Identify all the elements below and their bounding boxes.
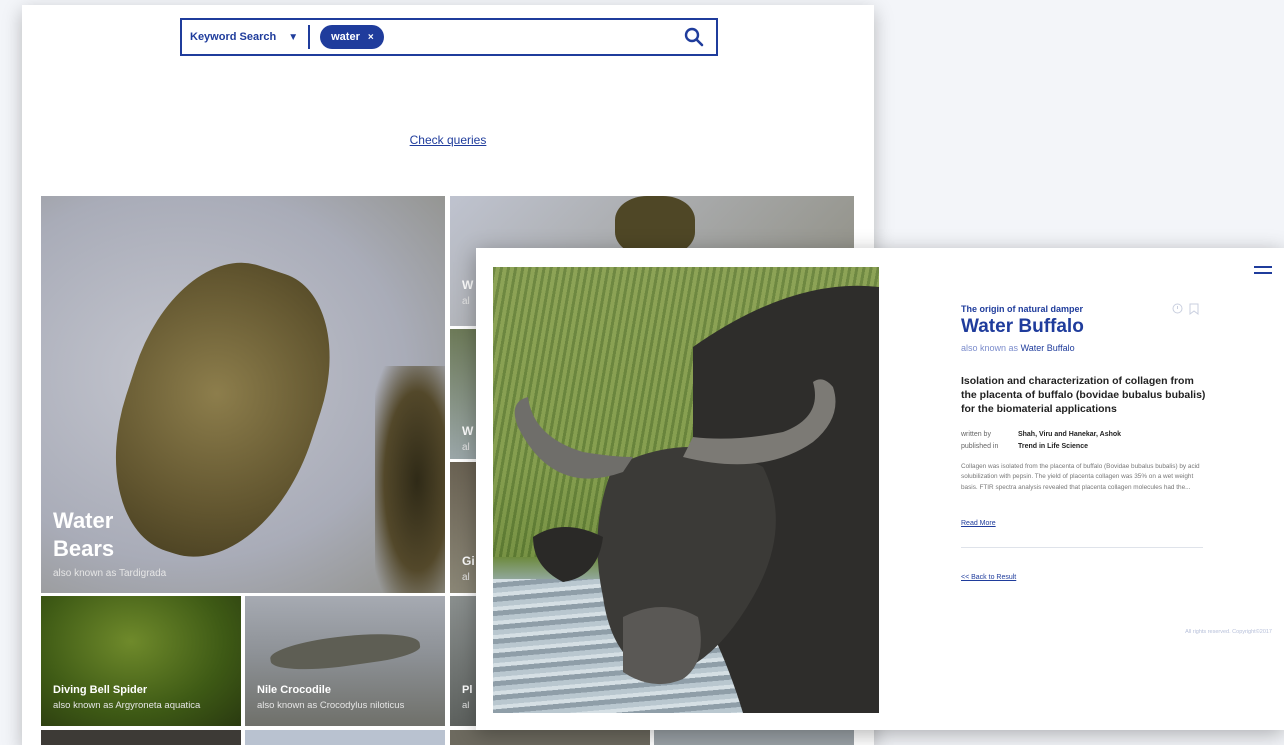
tile-subtitle: also known as Tardigrada — [53, 568, 167, 579]
meta-label: written by — [961, 431, 991, 438]
tile-title: Diving Bell Spider — [53, 684, 148, 696]
tile-row-next-4[interactable] — [654, 730, 854, 745]
tile-subtitle: also known as Argyroneta aquatica — [53, 700, 201, 711]
card-eyebrow: The origin of natural damper — [961, 304, 1084, 314]
keyword-chip-label: water — [331, 31, 360, 43]
tile-title: Water Bears — [53, 507, 114, 563]
tardigrade-image — [615, 196, 695, 256]
crocodile-image — [268, 625, 422, 677]
clock-icon[interactable] — [1172, 303, 1183, 314]
search-icon[interactable] — [684, 27, 704, 47]
meta-value: Trend in Life Science — [1017, 443, 1088, 450]
search-type-dropdown[interactable]: Keyword Search ▼ — [182, 31, 298, 43]
tile-title: W — [462, 424, 474, 438]
keyword-chip[interactable]: water × — [320, 25, 384, 49]
tile-row-next-3[interactable] — [450, 730, 650, 745]
card-title: Water Buffalo — [961, 316, 1084, 337]
card-actions — [1172, 303, 1199, 315]
tile-title-line2: Bears — [53, 536, 115, 561]
tile-title: Gi — [462, 554, 475, 568]
tile-row-next-1[interactable] — [41, 730, 241, 745]
tile-nile-crocodile[interactable]: Nile Crocodile also known as Crocodylus … — [245, 596, 445, 726]
tile-subtitle: al — [462, 700, 470, 711]
menu-icon[interactable] — [1254, 266, 1272, 276]
tile-subtitle: also known as Crocodylus niloticus — [257, 700, 405, 711]
back-to-result-link[interactable]: << Back to Result — [961, 574, 1016, 581]
search-bar[interactable]: Keyword Search ▼ water × — [180, 18, 718, 56]
paper-abstract: Collagen was isolated from the placenta … — [961, 463, 1200, 491]
debris-image — [375, 366, 445, 593]
chip-remove-icon[interactable]: × — [368, 32, 374, 43]
tile-title: Nile Crocodile — [257, 684, 331, 696]
search-divider — [308, 25, 311, 49]
menu-line — [1254, 266, 1272, 268]
bookmark-icon[interactable] — [1189, 303, 1199, 315]
tile-title: W — [462, 278, 474, 292]
menu-line — [1254, 272, 1272, 274]
read-more-link[interactable]: Read More — [961, 520, 996, 527]
dropdown-caret-icon: ▼ — [288, 31, 299, 43]
water-buffalo-photo — [493, 267, 879, 713]
meta-label: published in — [961, 443, 999, 450]
tile-subtitle: al — [462, 442, 470, 453]
meta-published-in: published in Trend in Life Science — [961, 443, 1088, 450]
tile-water-bears[interactable]: Water Bears also known as Tardigrada — [41, 196, 445, 593]
aka-prefix: also known as — [961, 343, 1019, 353]
tile-title-line1: Water — [53, 508, 114, 533]
tile-subtitle: al — [462, 572, 470, 583]
meta-value: Shah, Viru and Hanekar, Ashok — [1017, 431, 1122, 438]
tile-title: Pl — [462, 684, 473, 696]
aka-name: Water Buffalo — [1020, 343, 1075, 353]
copyright-text: All rights reserved. Copyright©2017 — [1185, 629, 1272, 635]
meta-written-by: written by Shah, Viru and Hanekar, Ashok — [961, 431, 1121, 438]
divider — [961, 547, 1203, 548]
tile-subtitle: al — [462, 296, 470, 307]
search-type-label: Keyword Search — [190, 31, 277, 43]
tile-diving-bell-spider[interactable]: Diving Bell Spider also known as Argyron… — [41, 596, 241, 726]
paper-title: Isolation and characterization of collag… — [961, 375, 1206, 416]
tile-row-next-2[interactable] — [245, 730, 445, 745]
card-aka: also known as Water Buffalo — [961, 343, 1075, 353]
buffalo-illustration — [514, 285, 879, 713]
detail-card: The origin of natural damper Water Buffa… — [476, 248, 1284, 730]
tardigrade-image — [84, 238, 358, 584]
check-queries-link[interactable]: Check queries — [22, 133, 874, 147]
